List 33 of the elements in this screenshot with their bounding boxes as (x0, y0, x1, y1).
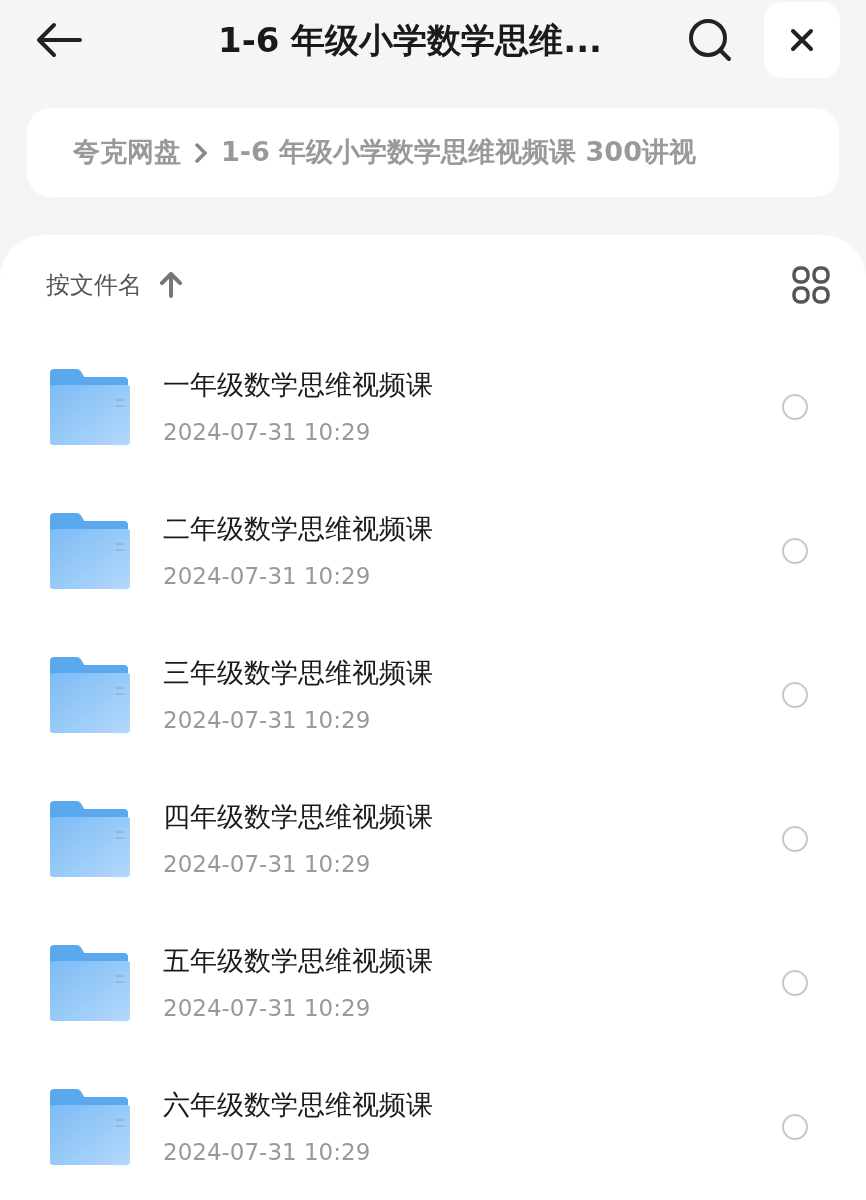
folder-name[interactable]: 四年级数学思维视频课 (163, 796, 782, 837)
sort-label[interactable]: 按文件名 (46, 267, 142, 303)
folder-name[interactable]: 六年级数学思维视频课 (163, 1084, 782, 1125)
folder-name[interactable]: 五年级数学思维视频课 (163, 940, 782, 981)
grid-view-icon[interactable] (792, 266, 830, 304)
modified-date: 2024-07-31 10:29 (163, 562, 372, 591)
folder-icon (48, 513, 130, 589)
search-icon[interactable] (688, 18, 732, 62)
page-title: 1-6 年级小学数学思维... (218, 18, 602, 62)
folder-name[interactable]: 二年级数学思维视频课 (163, 508, 782, 549)
modified-date: 2024-07-31 10:29 (163, 850, 372, 879)
chevron-icon (195, 142, 207, 163)
folder-name[interactable]: 三年级数学思维视频课 (163, 652, 782, 693)
up-arrow-icon[interactable] (160, 272, 182, 298)
select-radio[interactable] (782, 826, 808, 852)
folder-icon (48, 945, 130, 1021)
close-icon (790, 28, 814, 52)
folder-icon (48, 369, 130, 445)
folder-icon (48, 801, 130, 877)
modified-date: 2024-07-31 10:29 (163, 418, 372, 447)
modified-date: 2024-07-31 10:29 (163, 706, 372, 735)
select-radio[interactable] (782, 394, 808, 420)
select-radio[interactable] (782, 538, 808, 564)
folder-icon (48, 1089, 130, 1165)
back-arrow-icon[interactable] (36, 22, 82, 58)
select-radio[interactable] (782, 970, 808, 996)
modified-date: 2024-07-31 10:29 (163, 994, 372, 1023)
folder-name[interactable]: 一年级数学思维视频课 (163, 364, 782, 405)
select-radio[interactable] (782, 682, 808, 708)
folder-icon (48, 657, 130, 733)
modified-date: 2024-07-31 10:29 (163, 1138, 372, 1167)
select-radio[interactable] (782, 1114, 808, 1140)
close-button[interactable] (764, 2, 840, 78)
